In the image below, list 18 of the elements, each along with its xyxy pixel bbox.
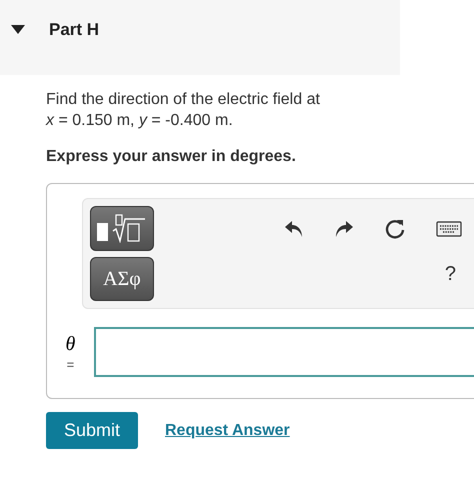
part-header[interactable]: Part H — [0, 0, 400, 75]
template-button[interactable] — [90, 206, 154, 250]
question-text: x = 0.150 m, y = -0.400 m. — [46, 111, 233, 131]
submit-button[interactable]: Submit — [46, 412, 138, 449]
request-answer-link[interactable]: Request Answer — [165, 418, 290, 442]
undo-icon[interactable] — [284, 218, 304, 238]
answer-field[interactable] — [94, 327, 474, 377]
instruction-text: Express your answer in degrees. — [46, 147, 296, 167]
variable-label: θ — [66, 333, 76, 355]
redo-icon[interactable] — [334, 218, 354, 238]
help-button[interactable]: ? — [444, 258, 456, 288]
question-text: Find the direction of the electric field at — [46, 90, 320, 110]
reset-icon[interactable] — [384, 218, 406, 240]
equals-sign: = — [66, 356, 74, 374]
keyboard-icon[interactable] — [436, 220, 462, 236]
part-title: Part H — [49, 18, 100, 41]
caret-icon[interactable] — [11, 25, 25, 34]
symbols-button[interactable]: ΑΣφ — [90, 256, 154, 301]
